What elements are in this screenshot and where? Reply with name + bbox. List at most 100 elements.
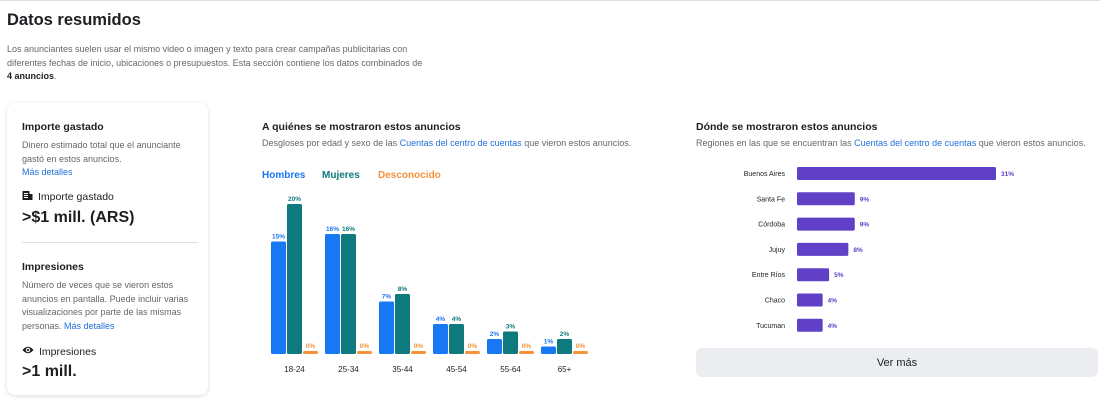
intro-text: Los anunciantes suelen usar el mismo vid… (7, 43, 427, 84)
age-bar-desconocido (303, 351, 318, 354)
region-bar (797, 293, 823, 307)
age-bar-value-label: 16% (342, 226, 355, 233)
age-bar-desconocido (357, 351, 372, 354)
age-bar-hombres (433, 324, 448, 354)
region-label: Buenos Aires (744, 171, 786, 178)
age-bar-mujeres (395, 294, 410, 354)
age-bar-value-label: 0% (414, 343, 424, 350)
age-bar-value-label: 3% (506, 324, 516, 331)
audience-title: A quiénes se mostraron estos anuncios (262, 121, 461, 133)
age-bar-value-label: 0% (468, 343, 478, 350)
region-bar (797, 167, 996, 180)
impressions-more-details-link[interactable]: Más detalles (64, 321, 115, 331)
regions-subtitle-text: Regiones en las que se encuentran las (696, 138, 855, 148)
age-gender-chart: 15% 20% 0% 18-24 16% 16% 0% 25-34 7% 8% 0% 35-44 4% 4… (271, 196, 588, 374)
page-title: Datos resumidos (7, 11, 141, 29)
accounts-center-link[interactable]: Cuentas del centro de cuentas (400, 138, 522, 148)
region-label: Córdoba (758, 222, 785, 229)
summary-card: Importe gastado Dinero estimado total qu… (7, 103, 208, 395)
age-bar-desconocido (411, 351, 426, 354)
regions-chart: Buenos Aires 31% Santa Fe 9% Córdoba 9% Jujuy 8… (744, 167, 1014, 332)
age-bar-hombres (379, 301, 394, 354)
age-bar-desconocido (519, 351, 534, 354)
age-tick-label: 55-64 (500, 365, 521, 374)
regions-subtitle: Regiones en las que se encuentran las Cu… (696, 138, 1086, 148)
region-bar (797, 192, 855, 206)
region-bar (797, 318, 823, 332)
region-label: Tucuman (756, 323, 785, 330)
audience-subtitle: Desgloses por edad y sexo de las Cuentas… (262, 138, 631, 148)
age-tick-label: 25-34 (338, 365, 359, 374)
age-bar-value-label: 2% (560, 331, 570, 338)
age-bar-desconocido (465, 351, 480, 354)
eye-icon (22, 345, 34, 358)
legend-unknown[interactable]: Desconocido (378, 170, 441, 181)
region-label: Chaco (765, 298, 785, 305)
spend-description-text: Dinero estimado total que el anunciante … (22, 140, 181, 164)
age-bar-value-label: 0% (360, 343, 370, 350)
impressions-description: Número de veces que se vieron estos anun… (22, 279, 197, 333)
spend-metric-label-text: Importe gastado (38, 191, 114, 203)
spend-value: >$1 mill. (ARS) (22, 209, 135, 226)
region-value-label: 9% (860, 196, 870, 203)
age-bar-value-label: 16% (326, 226, 339, 233)
region-bar (797, 242, 849, 256)
region-label: Jujuy (769, 247, 786, 254)
card-divider (22, 242, 198, 243)
age-bar-hombres (325, 234, 340, 354)
age-bar-value-label: 7% (382, 294, 392, 301)
region-value-label: 4% (828, 298, 838, 305)
intro-text-body: Los anunciantes suelen usar el mismo vid… (7, 44, 423, 68)
age-bar-desconocido (573, 351, 588, 354)
impressions-heading: Impresiones (22, 261, 84, 273)
audience-subtitle-text: Desgloses por edad y sexo de las (262, 138, 400, 148)
region-value-label: 4% (828, 323, 838, 330)
age-bar-value-label: 0% (306, 343, 316, 350)
spend-metric-label: Importe gastado (22, 190, 114, 204)
age-bar-value-label: 20% (288, 196, 301, 203)
receipt-icon (22, 190, 33, 204)
age-bar-hombres (271, 241, 286, 354)
intro-text-end: . (54, 71, 57, 81)
region-value-label: 5% (834, 272, 844, 279)
age-bar-value-label: 8% (398, 286, 408, 293)
see-more-button[interactable]: Ver más (696, 348, 1098, 377)
age-tick-label: 18-24 (284, 365, 305, 374)
region-value-label: 31% (1001, 171, 1014, 178)
intro-ad-count: 4 anuncios (7, 71, 55, 81)
regions-title: Dónde se mostraron estos anuncios (696, 121, 878, 133)
age-bar-value-label: 0% (576, 343, 586, 350)
age-bar-value-label: 1% (544, 339, 554, 346)
age-bar-mujeres (449, 324, 464, 354)
spend-description: Dinero estimado total que el anunciante … (22, 139, 197, 180)
region-value-label: 8% (853, 247, 863, 254)
age-bar-hombres (487, 339, 502, 354)
legend-women[interactable]: Mujeres (322, 170, 360, 181)
age-bar-value-label: 4% (436, 316, 446, 323)
impressions-metric-label: Impresiones (22, 345, 96, 358)
age-bar-mujeres (287, 204, 302, 354)
region-bar (797, 268, 830, 282)
age-bar-mujeres (557, 339, 572, 354)
age-bar-value-label: 0% (522, 343, 532, 350)
regions-subtitle-end: que vieron estos anuncios. (976, 138, 1086, 148)
age-bar-hombres (541, 346, 556, 354)
region-label: Entre Ríos (752, 272, 786, 279)
region-label: Santa Fe (757, 196, 786, 203)
regions-accounts-center-link[interactable]: Cuentas del centro de cuentas (854, 138, 976, 148)
region-bar (797, 217, 855, 231)
age-bar-value-label: 4% (452, 316, 462, 323)
age-bar-value-label: 15% (272, 234, 285, 241)
age-bar-mujeres (341, 234, 356, 354)
region-value-label: 9% (860, 222, 870, 229)
legend-men[interactable]: Hombres (262, 170, 305, 181)
impressions-value: >1 mill. (22, 363, 77, 380)
age-tick-label: 45-54 (446, 365, 467, 374)
spend-more-details-link[interactable]: Más detalles (22, 167, 73, 177)
audience-subtitle-end: que vieron estos anuncios. (521, 138, 632, 148)
age-tick-label: 35-44 (392, 365, 413, 374)
top-divider (0, 0, 1100, 1)
impressions-metric-label-text: Impresiones (39, 345, 97, 358)
spend-heading: Importe gastado (22, 121, 104, 133)
age-tick-label: 65+ (558, 365, 572, 374)
